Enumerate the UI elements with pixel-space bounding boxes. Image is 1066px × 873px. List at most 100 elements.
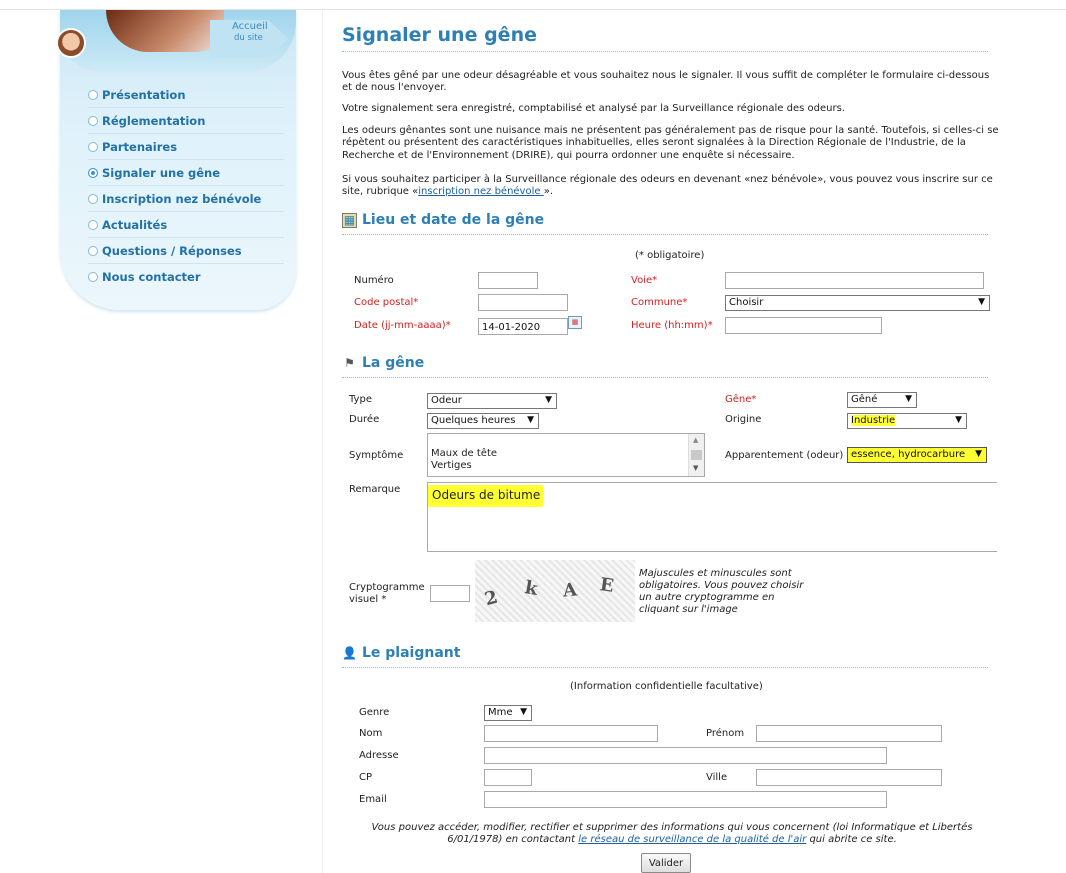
bullet-icon xyxy=(88,219,98,230)
chevron-down-icon: ▼ xyxy=(527,415,534,425)
intro-paragraph-4: Si vous souhaitez participer à la Survei… xyxy=(342,174,1002,199)
symptome-option[interactable]: Maux de tête xyxy=(431,448,497,459)
section-plaignant-title: Le plaignant xyxy=(362,645,461,661)
code-postal-label: Code postal* xyxy=(354,297,419,308)
gene-select[interactable]: Gêné ▼ xyxy=(847,392,917,408)
cp-field[interactable] xyxy=(484,769,532,786)
intro-4-end: ». xyxy=(543,186,553,198)
captcha-char: k xyxy=(523,577,540,600)
crypto-help: Majuscules et minuscules sont obligatoir… xyxy=(639,568,804,615)
section-lieu-title: Lieu et date de la gêne xyxy=(362,212,545,228)
commune-select[interactable]: Choisir ▼ xyxy=(725,295,990,311)
type-label: Type xyxy=(349,394,372,405)
prenom-field[interactable] xyxy=(756,725,942,742)
bullet-active-icon xyxy=(88,167,98,178)
voie-field[interactable] xyxy=(725,272,984,289)
date-field[interactable]: 14-01-2020 xyxy=(478,318,568,335)
commune-value: Choisir xyxy=(729,297,764,308)
commune-label: Commune* xyxy=(631,297,688,308)
map-icon: ▦ xyxy=(342,212,357,228)
numero-field[interactable] xyxy=(478,272,538,289)
section-underline xyxy=(342,667,988,668)
nom-label: Nom xyxy=(359,728,383,739)
genre-value: Mme xyxy=(488,707,513,718)
symptome-option[interactable]: Vertiges xyxy=(431,460,472,471)
sidebar-item-label: Actualités xyxy=(102,217,168,232)
adresse-label: Adresse xyxy=(359,750,399,761)
bullet-icon xyxy=(88,272,98,282)
bullet-icon xyxy=(88,115,98,126)
chevron-down-icon: ▼ xyxy=(520,707,527,717)
captcha-char: 2 xyxy=(482,586,501,611)
date-label: Date (jj-mm-aaaa)* xyxy=(354,320,451,331)
chevron-down-icon: ▼ xyxy=(975,449,982,459)
section-underline xyxy=(342,377,988,378)
bullet-icon xyxy=(88,89,98,100)
captcha-image[interactable]: 2 k A E xyxy=(475,560,635,622)
origine-label: Origine xyxy=(725,414,762,425)
user-icon: 👤 xyxy=(342,646,357,660)
genre-select[interactable]: Mme ▼ xyxy=(484,705,532,721)
chevron-down-icon: ▼ xyxy=(978,297,985,307)
gene-value: Gêné xyxy=(851,394,878,405)
bullet-icon xyxy=(88,193,98,204)
sidebar-item-reglementation[interactable]: Réglementation xyxy=(88,108,284,134)
section-lieu-heading: ▦ Lieu et date de la gêne xyxy=(342,212,544,228)
sidebar-item-questions[interactable]: Questions / Réponses xyxy=(88,238,284,264)
type-select[interactable]: Odeur ▼ xyxy=(427,393,557,409)
sidebar-item-label: Réglementation xyxy=(102,113,206,128)
scroll-down-icon[interactable]: ▼ xyxy=(693,464,698,472)
sidebar-item-label: Inscription nez bénévole xyxy=(102,191,262,206)
chevron-down-icon: ▼ xyxy=(905,394,912,404)
sidebar-item-contact[interactable]: Nous contacter xyxy=(88,264,284,290)
sidebar-item-actualites[interactable]: Actualités xyxy=(88,212,284,238)
inscription-link[interactable]: inscription nez bénévole xyxy=(418,186,543,197)
duree-label: Durée xyxy=(349,414,380,425)
crypto-field[interactable] xyxy=(430,585,470,602)
prenom-label: Prénom xyxy=(706,728,745,739)
ville-label: Ville xyxy=(706,772,728,783)
sidebar-item-label: Signaler une gêne xyxy=(102,165,221,180)
sidebar-item-partenaires[interactable]: Partenaires xyxy=(88,134,284,160)
intro-paragraph-1: Vous êtes gêné par une odeur désagréable… xyxy=(342,70,990,94)
duree-select[interactable]: Quelques heures ▼ xyxy=(427,413,539,429)
symptome-listbox[interactable]: Maux de tête Vertiges ▲ ▼ xyxy=(427,433,705,477)
sidebar: Accueil du site Présentation Réglementat… xyxy=(48,10,298,315)
privacy-text-end: qui abrite ce site. xyxy=(806,834,897,845)
email-field[interactable] xyxy=(484,791,887,808)
section-plaignant-heading: 👤 Le plaignant xyxy=(342,645,460,661)
calendar-icon[interactable]: ▦ xyxy=(568,316,582,329)
apparentement-select[interactable]: essence, hydrocarbure ▼ xyxy=(847,447,987,463)
section-gene-heading: ⚑ La gêne xyxy=(342,355,424,371)
page-title: Signaler une gêne xyxy=(342,24,537,46)
duree-value: Quelques heures xyxy=(431,415,516,426)
avatar xyxy=(56,28,86,58)
nom-field[interactable] xyxy=(484,725,658,742)
sidebar-item-inscription[interactable]: Inscription nez bénévole xyxy=(88,186,284,212)
sidebar-item-signaler[interactable]: Signaler une gêne xyxy=(88,160,284,186)
cp-label: CP xyxy=(359,772,373,783)
genre-label: Genre xyxy=(359,707,390,718)
origine-select[interactable]: Industrie ▼ xyxy=(847,413,967,429)
apparentement-value: essence, hydrocarbure xyxy=(851,449,966,460)
type-value: Odeur xyxy=(431,395,462,406)
heure-label: Heure (hh:mm)* xyxy=(631,320,713,331)
scrollbar-thumb[interactable] xyxy=(691,450,702,460)
network-link[interactable]: le réseau de surveillance de la qualité … xyxy=(578,834,806,845)
section-gene-title: La gêne xyxy=(362,355,425,371)
flag-icon: ⚑ xyxy=(344,356,355,370)
code-postal-field[interactable] xyxy=(478,294,568,311)
scrollbar[interactable]: ▲ ▼ xyxy=(688,434,704,476)
scroll-up-icon[interactable]: ▲ xyxy=(693,436,698,444)
ville-field[interactable] xyxy=(756,769,942,786)
submit-button[interactable]: Valider xyxy=(641,853,691,873)
adresse-field[interactable] xyxy=(484,747,887,764)
symptome-label: Symptôme xyxy=(349,450,404,461)
heure-field[interactable] xyxy=(725,317,882,334)
remarque-textarea[interactable]: Odeurs de bitume xyxy=(427,482,997,552)
bullet-icon xyxy=(88,245,98,256)
bullet-icon xyxy=(88,141,98,152)
sidebar-item-label: Partenaires xyxy=(102,139,178,154)
origine-value: Industrie xyxy=(851,415,896,426)
sidebar-item-presentation[interactable]: Présentation xyxy=(88,82,284,108)
